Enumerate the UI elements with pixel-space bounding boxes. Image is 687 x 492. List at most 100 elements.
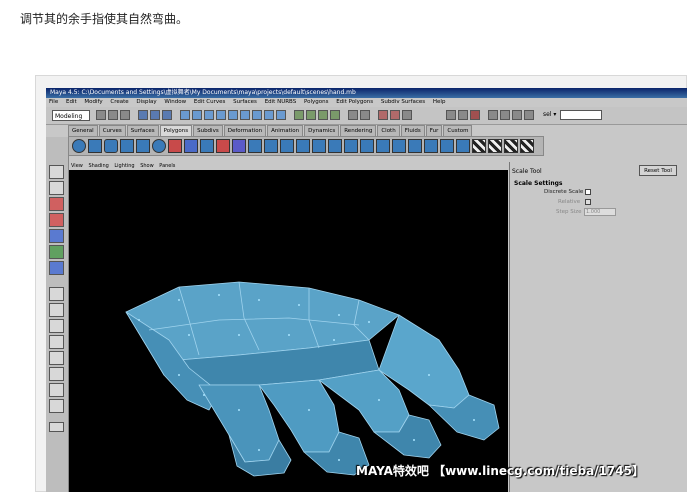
- layer-editor-icon[interactable]: [524, 110, 534, 120]
- shelf-tab-polygons[interactable]: Polygons: [159, 125, 193, 136]
- mask-icon[interactable]: [180, 110, 190, 120]
- custom-layout-icon[interactable]: [49, 383, 64, 397]
- separate-icon[interactable]: [184, 139, 198, 153]
- shelf-tab-general[interactable]: General: [68, 125, 98, 136]
- menu-window[interactable]: Window: [164, 99, 186, 105]
- tool-settings-icon[interactable]: [512, 110, 522, 120]
- shelf-tab-fur[interactable]: Fur: [425, 125, 443, 136]
- select-hierarchy-icon[interactable]: [138, 110, 148, 120]
- mask-icon-3[interactable]: [204, 110, 214, 120]
- menu-edit[interactable]: Edit: [66, 99, 77, 105]
- move-tool-icon[interactable]: [49, 197, 64, 211]
- menu-edit-polygons[interactable]: Edit Polygons: [336, 99, 373, 105]
- mask-icon-2[interactable]: [192, 110, 202, 120]
- poly-cube-icon[interactable]: [88, 139, 102, 153]
- extrude-face-icon[interactable]: [248, 139, 262, 153]
- collapse-icon[interactable]: [344, 139, 358, 153]
- mask-icon-7[interactable]: [252, 110, 262, 120]
- duplicate-face-icon[interactable]: [424, 139, 438, 153]
- extract-icon[interactable]: [440, 139, 454, 153]
- shelf-tab-rendering[interactable]: Rendering: [340, 125, 377, 136]
- cut-faces-icon[interactable]: [296, 139, 310, 153]
- shelf-tab-curves[interactable]: Curves: [98, 125, 126, 136]
- split-poly-icon[interactable]: [280, 139, 294, 153]
- poly-sphere-icon[interactable]: [72, 139, 86, 153]
- layout-icon[interactable]: [49, 399, 64, 413]
- poly-cone-icon[interactable]: [120, 139, 134, 153]
- step-size-field[interactable]: 1.000: [584, 208, 616, 216]
- poly-plane-icon[interactable]: [136, 139, 150, 153]
- attribute-editor-icon[interactable]: [500, 110, 510, 120]
- snap-point-icon[interactable]: [318, 110, 328, 120]
- output-line-icon[interactable]: [458, 110, 468, 120]
- mode-dropdown[interactable]: Modeling: [52, 110, 90, 121]
- shelf-tab-deformation[interactable]: Deformation: [223, 125, 267, 136]
- hypershade-layout-icon[interactable]: [49, 367, 64, 381]
- append-icon[interactable]: [408, 139, 422, 153]
- select-tool-icon[interactable]: [49, 165, 64, 179]
- open-scene-icon[interactable]: [108, 110, 118, 120]
- viewport-menu-show[interactable]: Show: [140, 163, 154, 169]
- mask-icon-5[interactable]: [228, 110, 238, 120]
- snap-surface-icon[interactable]: [330, 110, 340, 120]
- snap-curve-icon[interactable]: [306, 110, 316, 120]
- triangulate-icon[interactable]: [376, 139, 390, 153]
- menu-display[interactable]: Display: [136, 99, 156, 105]
- menu-subdiv-surfaces[interactable]: Subdiv Surfaces: [381, 99, 425, 105]
- mask-icon-8[interactable]: [264, 110, 274, 120]
- relative-checkbox[interactable]: [585, 199, 591, 205]
- normals-icon[interactable]: [456, 139, 470, 153]
- quadrangulate-icon[interactable]: [392, 139, 406, 153]
- reset-tool-button[interactable]: Reset Tool: [639, 165, 677, 176]
- history-icon[interactable]: [348, 110, 358, 120]
- mask-icon-4[interactable]: [216, 110, 226, 120]
- poly-cylinder-icon[interactable]: [104, 139, 118, 153]
- subdivide-icon[interactable]: [360, 139, 374, 153]
- mask-icon-9[interactable]: [276, 110, 286, 120]
- scale-settings-section[interactable]: Scale Settings: [514, 180, 562, 187]
- two-pane-icon[interactable]: [49, 319, 64, 333]
- menu-help[interactable]: Help: [433, 99, 446, 105]
- uv-layout-icon[interactable]: [520, 139, 534, 153]
- checker-icon[interactable]: [472, 139, 486, 153]
- mirror-icon[interactable]: [232, 139, 246, 153]
- last-tool-icon[interactable]: [49, 261, 64, 275]
- scale-tool-icon[interactable]: [49, 229, 64, 243]
- menu-surfaces[interactable]: Surfaces: [233, 99, 257, 105]
- sel-input[interactable]: [560, 110, 602, 120]
- four-pane-icon[interactable]: [49, 303, 64, 317]
- discrete-scale-checkbox[interactable]: [585, 189, 591, 195]
- viewport-menu-view[interactable]: View: [71, 163, 83, 169]
- save-scene-icon[interactable]: [120, 110, 130, 120]
- shelf-tab-cloth[interactable]: Cloth: [377, 125, 400, 136]
- bool-icon[interactable]: [216, 139, 230, 153]
- shelf-tab-custom[interactable]: Custom: [443, 125, 473, 136]
- lasso-tool-icon[interactable]: [49, 181, 64, 195]
- menu-file[interactable]: File: [49, 99, 58, 105]
- bevel-icon[interactable]: [312, 139, 326, 153]
- channel-box-icon[interactable]: [488, 110, 498, 120]
- viewport-menu-panels[interactable]: Panels: [159, 163, 175, 169]
- select-component-icon[interactable]: [162, 110, 172, 120]
- smooth-icon[interactable]: [200, 139, 214, 153]
- shelf-tab-fluids[interactable]: Fluids: [400, 125, 425, 136]
- ipr-render-icon[interactable]: [390, 110, 400, 120]
- viewport-menu-lighting[interactable]: Lighting: [114, 163, 134, 169]
- render-icon[interactable]: [378, 110, 388, 120]
- extrude-edge-icon[interactable]: [264, 139, 278, 153]
- perspective-viewport[interactable]: [69, 170, 508, 492]
- new-scene-icon[interactable]: [96, 110, 106, 120]
- menu-create[interactable]: Create: [110, 99, 128, 105]
- shelf-tab-dynamics[interactable]: Dynamics: [304, 125, 340, 136]
- combine-icon[interactable]: [168, 139, 182, 153]
- graph-layout-icon[interactable]: [49, 351, 64, 365]
- select-object-icon[interactable]: [150, 110, 160, 120]
- mask-icon-6[interactable]: [240, 110, 250, 120]
- mesh-icon[interactable]: [470, 110, 480, 120]
- viewport-menu-shading[interactable]: Shading: [88, 163, 108, 169]
- shelf-tab-subdivs[interactable]: Subdivs: [193, 125, 223, 136]
- history-icon-2[interactable]: [360, 110, 370, 120]
- manipulator-tool-icon[interactable]: [49, 245, 64, 259]
- menu-modify[interactable]: Modify: [84, 99, 102, 105]
- menu-edit-nurbs[interactable]: Edit NURBS: [265, 99, 297, 105]
